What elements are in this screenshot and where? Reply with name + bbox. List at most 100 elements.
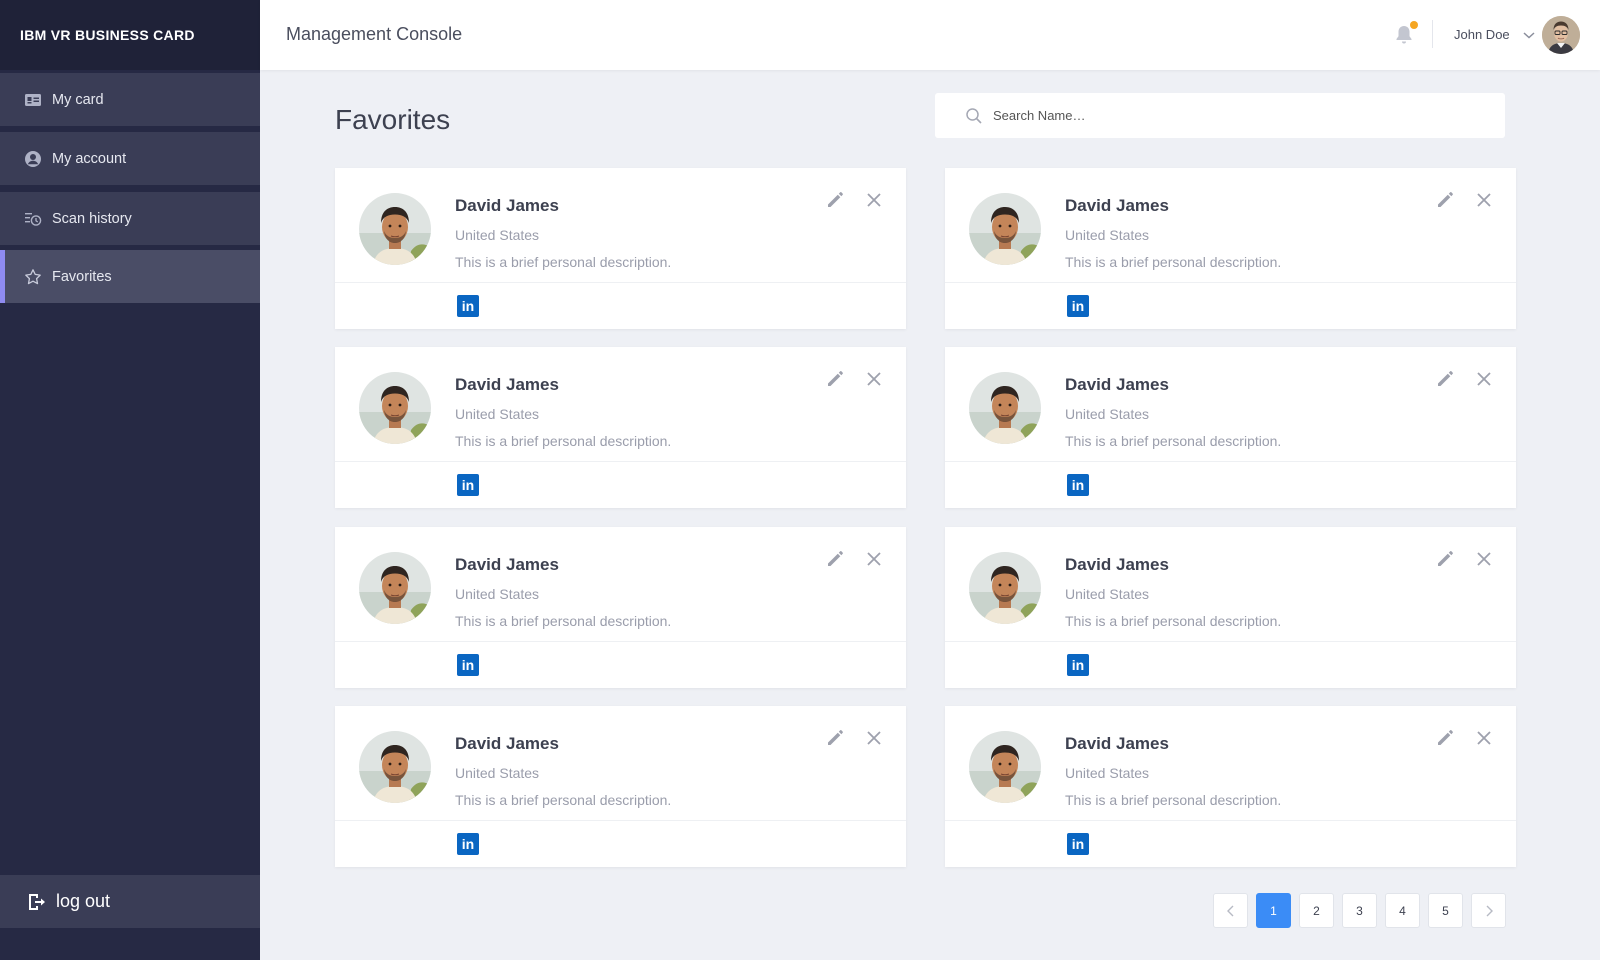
- card-divider: [945, 461, 1516, 462]
- search-bar[interactable]: [935, 93, 1505, 138]
- linkedin-icon[interactable]: in: [1067, 654, 1089, 676]
- sidebar-item-label: Favorites: [52, 268, 112, 285]
- favorite-card[interactable]: David James United States This is a brief …: [945, 706, 1516, 867]
- linkedin-icon[interactable]: in: [1067, 295, 1089, 317]
- favorite-card[interactable]: David James United States This is a brief …: [945, 527, 1516, 688]
- page-button-5[interactable]: 5: [1428, 893, 1463, 928]
- card-name: David James: [455, 375, 559, 394]
- brand-logo-text: IBM VR BUSINESS CARD: [0, 0, 260, 70]
- card-divider: [945, 820, 1516, 821]
- card-divider: [945, 641, 1516, 642]
- card-description: This is a brief personal description.: [1065, 792, 1282, 808]
- edit-pencil-icon[interactable]: [825, 369, 845, 389]
- linkedin-icon[interactable]: in: [457, 474, 479, 496]
- logout-label: log out: [56, 891, 111, 911]
- page-button-2[interactable]: 2: [1299, 893, 1334, 928]
- card-country: United States: [455, 765, 540, 781]
- favorite-card[interactable]: David James United States This is a brief …: [335, 706, 906, 867]
- sidebar-item-favorites[interactable]: Favorites: [0, 250, 260, 303]
- card-description: This is a brief personal description.: [455, 792, 672, 808]
- favorite-card[interactable]: David James United States This is a brief …: [335, 527, 906, 688]
- search-input[interactable]: [993, 108, 1473, 123]
- card-name: David James: [1065, 196, 1169, 215]
- prev-page-button[interactable]: [1213, 893, 1248, 928]
- card-country: United States: [455, 227, 540, 243]
- profile-photo: [969, 372, 1041, 444]
- edit-pencil-icon[interactable]: [825, 549, 845, 569]
- profile-photo: [969, 731, 1041, 803]
- card-divider: [335, 461, 906, 462]
- sidebar-item-label: My card: [52, 91, 104, 108]
- linkedin-icon[interactable]: in: [457, 654, 479, 676]
- page-button-1[interactable]: 1: [1256, 893, 1291, 928]
- sidebar-item-scan-history[interactable]: Scan history: [0, 192, 260, 245]
- linkedin-icon[interactable]: in: [1067, 474, 1089, 496]
- user-name[interactable]: John Doe: [1454, 27, 1510, 42]
- close-icon[interactable]: [1475, 191, 1493, 209]
- card-description: This is a brief personal description.: [1065, 433, 1282, 449]
- sidebar-item-my-card[interactable]: My card: [0, 73, 260, 126]
- profile-photo: [359, 731, 431, 803]
- favorite-card[interactable]: David James United States This is a brief …: [945, 347, 1516, 508]
- card-country: United States: [1065, 586, 1150, 602]
- close-icon[interactable]: [865, 550, 883, 568]
- favorite-card[interactable]: David James United States This is a brief …: [335, 347, 906, 508]
- profile-photo: [969, 552, 1041, 624]
- card-description: This is a brief personal description.: [455, 433, 672, 449]
- favorite-card[interactable]: David James United States This is a brief …: [335, 168, 906, 329]
- sidebar-item-label: Scan history: [52, 210, 132, 227]
- card-divider: [335, 282, 906, 283]
- user-circle-icon: [24, 150, 42, 168]
- id-card-icon: [24, 91, 42, 109]
- card-description: This is a brief personal description.: [1065, 254, 1282, 270]
- card-country: United States: [1065, 765, 1150, 781]
- chevron-down-icon[interactable]: [1522, 28, 1536, 42]
- profile-photo: [359, 372, 431, 444]
- card-description: This is a brief personal description.: [1065, 613, 1282, 629]
- linkedin-icon[interactable]: in: [1067, 833, 1089, 855]
- avatar[interactable]: [1542, 16, 1580, 54]
- logout-button[interactable]: log out: [0, 875, 260, 928]
- card-country: United States: [1065, 406, 1150, 422]
- card-divider: [335, 820, 906, 821]
- card-country: United States: [455, 586, 540, 602]
- chevron-right-icon: [1486, 905, 1493, 916]
- edit-pencil-icon[interactable]: [1435, 190, 1455, 210]
- close-icon[interactable]: [1475, 370, 1493, 388]
- close-icon[interactable]: [1475, 550, 1493, 568]
- logout-icon: [26, 892, 46, 912]
- sidebar-item-my-account[interactable]: My account: [0, 132, 260, 185]
- page-title: Favorites: [335, 104, 451, 135]
- card-name: David James: [455, 196, 559, 215]
- edit-pencil-icon[interactable]: [1435, 549, 1455, 569]
- card-name: David James: [1065, 375, 1169, 394]
- card-name: David James: [455, 734, 559, 753]
- close-icon[interactable]: [1475, 729, 1493, 747]
- card-description: This is a brief personal description.: [455, 254, 672, 270]
- sidebar: IBM VR BUSINESS CARD My card My account …: [0, 0, 260, 960]
- close-icon[interactable]: [865, 191, 883, 209]
- edit-pencil-icon[interactable]: [1435, 369, 1455, 389]
- edit-pencil-icon[interactable]: [1435, 728, 1455, 748]
- card-name: David James: [455, 555, 559, 574]
- linkedin-icon[interactable]: in: [457, 833, 479, 855]
- edit-pencil-icon[interactable]: [825, 190, 845, 210]
- edit-pencil-icon[interactable]: [825, 728, 845, 748]
- chevron-left-icon: [1226, 905, 1233, 916]
- favorite-card[interactable]: David James United States This is a brief …: [945, 168, 1516, 329]
- close-icon[interactable]: [865, 370, 883, 388]
- profile-photo: [359, 552, 431, 624]
- sidebar-item-label: My account: [52, 150, 127, 167]
- card-divider: [945, 282, 1516, 283]
- card-country: United States: [1065, 227, 1150, 243]
- history-icon: [24, 210, 42, 228]
- linkedin-icon[interactable]: in: [457, 295, 479, 317]
- page-button-4[interactable]: 4: [1385, 893, 1420, 928]
- profile-photo: [359, 193, 431, 265]
- header-divider: [1432, 20, 1433, 48]
- card-name: David James: [1065, 734, 1169, 753]
- close-icon[interactable]: [865, 729, 883, 747]
- next-page-button[interactable]: [1471, 893, 1506, 928]
- notification-dot: [1410, 21, 1418, 29]
- page-button-3[interactable]: 3: [1342, 893, 1377, 928]
